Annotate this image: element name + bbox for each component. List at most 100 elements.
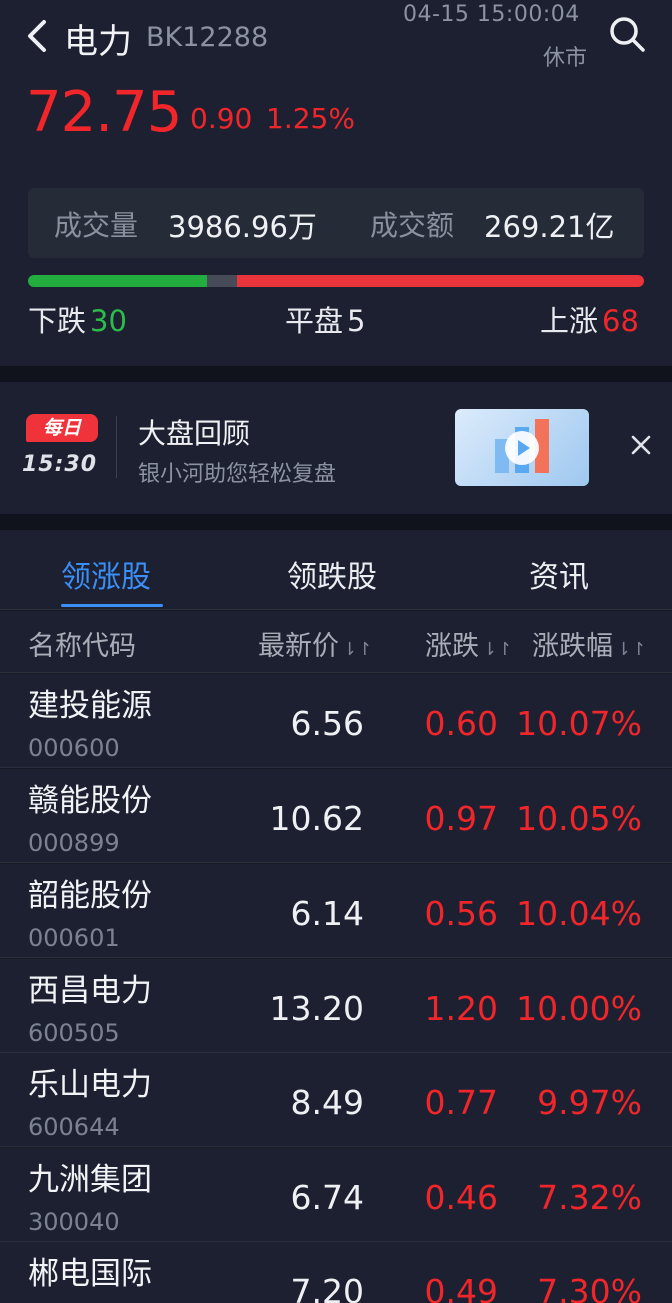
tab-leading-losers[interactable]: 领跌股 <box>287 552 377 596</box>
close-button[interactable] <box>628 432 654 458</box>
flat-label: 平盘 <box>285 304 344 338</box>
search-icon <box>610 17 645 52</box>
amount-label: 成交额 <box>370 209 455 242</box>
sort-icon: ⇂↾ <box>342 639 373 660</box>
price-change: 0.90 <box>190 102 253 135</box>
quote-header: 电力 BK12288 04-15 15:00:04 休市 72.75 0.90 … <box>0 0 672 170</box>
close-icon <box>631 435 651 455</box>
sort-icon: ⇂↾ <box>616 639 647 660</box>
volume-label: 成交量 <box>54 209 139 242</box>
col-change-pct-sort[interactable]: 涨跌幅 ⇂↾ <box>532 624 646 663</box>
down-label: 下跌 <box>28 304 87 338</box>
stock-name: 九洲集团 <box>28 1162 152 1198</box>
stock-change-pct: 10.07% <box>516 704 642 743</box>
col-price-label: 最新价 <box>258 631 339 662</box>
stock-change: 0.97 <box>424 799 498 838</box>
stock-price: 7.20 <box>290 1272 364 1303</box>
stock-name: 西昌电力 <box>28 973 152 1009</box>
col-name: 名称代码 <box>28 631 136 662</box>
promo-thumbnail[interactable] <box>455 409 589 486</box>
breadth-bar <box>28 275 644 287</box>
stock-price: 6.74 <box>290 1178 364 1217</box>
stock-name: 赣能股份 <box>28 783 152 819</box>
stock-price: 6.14 <box>290 894 364 933</box>
stock-change: 0.60 <box>424 704 498 743</box>
table-row[interactable]: 西昌电力 600505 13.20 1.20 10.00% <box>0 959 672 1053</box>
promo-divider <box>116 416 117 478</box>
table-row[interactable]: 乐山电力 600644 8.49 0.77 9.97% <box>0 1053 672 1147</box>
sort-icon: ⇂↾ <box>482 639 513 660</box>
stock-code: 000899 <box>28 829 120 857</box>
back-button[interactable] <box>24 14 52 58</box>
daily-badge: 每日 <box>26 414 98 442</box>
stock-change: 1.20 <box>424 989 498 1028</box>
flat-count: 5 <box>347 304 366 338</box>
tab-leading-gainers[interactable]: 领涨股 <box>61 552 151 596</box>
stock-change-pct: 10.05% <box>516 799 642 838</box>
down-stat: 下跌 30 <box>28 298 127 340</box>
search-button[interactable] <box>607 14 647 54</box>
chevron-left-icon <box>28 20 46 52</box>
amount-value: 269.21亿 <box>484 210 615 244</box>
breadth-bar-down <box>28 275 207 287</box>
stock-change-pct: 10.04% <box>516 894 642 933</box>
daily-badge-time: 15:30 <box>22 452 98 477</box>
market-status: 休市 <box>543 46 588 71</box>
stock-code: 600505 <box>28 1019 120 1047</box>
stock-code: 600644 <box>28 1113 120 1141</box>
up-label: 上涨 <box>540 304 599 338</box>
stock-name: 乐山电力 <box>28 1067 152 1103</box>
stock-change: 0.77 <box>424 1083 498 1122</box>
stock-code: 000600 <box>28 734 120 762</box>
board-code: BK12288 <box>146 22 269 53</box>
table-header: 名称代码 最新价 ⇂↾ 涨跌 ⇂↾ 涨跌幅 ⇂↾ <box>0 611 672 673</box>
quote-time: 04-15 15:00:04 <box>403 2 580 27</box>
tab-news[interactable]: 资讯 <box>529 552 589 596</box>
promo-title: 大盘回顾 <box>138 417 251 450</box>
volume-box-overlay: 成交量 3986.96万 成交额 269.21亿 <box>28 188 644 258</box>
stock-change: 0.46 <box>424 1178 498 1217</box>
price-change-pct: 1.25% <box>266 102 355 135</box>
breadth-bar-up <box>237 275 644 287</box>
flat-stat: 平盘 5 <box>285 298 365 340</box>
promo-subtitle: 银小河助您轻松复盘 <box>138 462 337 487</box>
stock-price: 13.20 <box>269 989 364 1028</box>
daily-badge-text: 每日 <box>42 417 81 439</box>
stock-change-pct: 10.00% <box>516 989 642 1028</box>
col-change-sort[interactable]: 涨跌 ⇂↾ <box>425 624 512 663</box>
stock-change-pct: 7.30% <box>537 1272 642 1303</box>
col-change-label: 涨跌 <box>425 631 479 662</box>
up-count: 68 <box>602 304 639 338</box>
stock-price: 6.56 <box>290 704 364 743</box>
stock-change: 0.49 <box>424 1272 498 1303</box>
last-price: 72.75 <box>26 80 182 145</box>
section-divider <box>0 514 672 530</box>
stock-code: 000601 <box>28 924 120 952</box>
breadth-bar-flat <box>206 275 238 287</box>
promo-banner[interactable]: 每日 15:30 大盘回顾 银小河助您轻松复盘 <box>0 382 672 514</box>
stock-price: 10.62 <box>269 799 364 838</box>
section-divider <box>0 366 672 382</box>
table-row[interactable]: 郴电国际 7.20 0.49 7.30% <box>0 1242 672 1303</box>
video-play-icon <box>505 431 539 465</box>
stock-name: 郴电国际 <box>28 1256 152 1292</box>
stock-name: 韶能股份 <box>28 878 152 914</box>
table-row[interactable]: 赣能股份 000899 10.62 0.97 10.05% <box>0 769 672 863</box>
page-title: 电力 <box>64 22 132 62</box>
stock-code: 300040 <box>28 1208 120 1236</box>
up-stat: 上涨 68 <box>540 298 639 340</box>
stock-price: 8.49 <box>290 1083 364 1122</box>
volume-value: 3986.96万 <box>168 210 317 244</box>
table-row[interactable]: 建投能源 000600 6.56 0.60 10.07% <box>0 674 672 768</box>
stock-change: 0.56 <box>424 894 498 933</box>
col-change-pct-label: 涨跌幅 <box>532 631 613 662</box>
stock-name: 建投能源 <box>28 688 152 724</box>
tab-bar: 领涨股 领跌股 资讯 <box>0 530 672 610</box>
down-count: 30 <box>90 304 127 338</box>
table-row[interactable]: 韶能股份 000601 6.14 0.56 10.04% <box>0 864 672 958</box>
stock-change-pct: 9.97% <box>537 1083 642 1122</box>
table-row[interactable]: 九洲集团 300040 6.74 0.46 7.32% <box>0 1148 672 1242</box>
active-tab-indicator <box>61 604 163 607</box>
col-price-sort[interactable]: 最新价 ⇂↾ <box>258 624 372 663</box>
stock-change-pct: 7.32% <box>537 1178 642 1217</box>
